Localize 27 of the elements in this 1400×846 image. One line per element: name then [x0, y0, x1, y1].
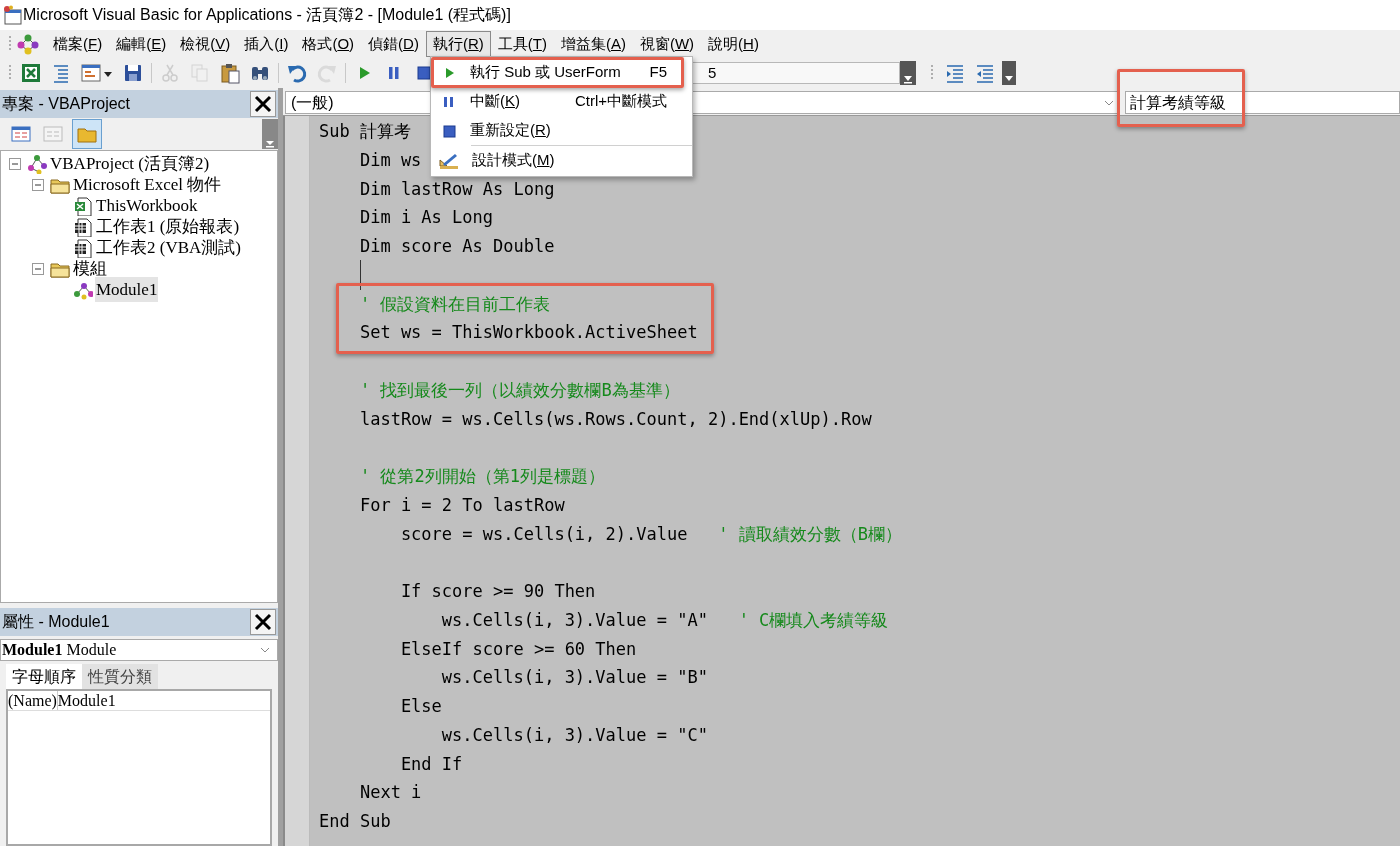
code-line: Else [399, 695, 442, 718]
code-line: End Sub [319, 810, 391, 833]
code-comment: ' 從第2列開始（第1列是標題） [358, 465, 605, 488]
code-line: score = ws.Cells(i, 2).Value [399, 522, 688, 546]
code-line: Next i [358, 781, 422, 805]
code-line: Sub 計算考 [319, 120, 411, 143]
property-name: (Name) [8, 691, 58, 710]
code-line: ElseIf score >= 60 Then [399, 637, 637, 661]
panel-title: 屬性 - Module1 [2, 612, 111, 632]
code-line: Dim ws [358, 148, 422, 172]
code-line: ws.Cells(i, 3).Value = "B" [440, 666, 708, 690]
code-comment: ' 讀取績效分數（B欄） [717, 522, 902, 546]
code-comment: ' 假設資料在目前工作表 [358, 292, 551, 316]
code-comment: ' 找到最後一列（以績效分數欄B為基準） [358, 378, 680, 402]
code-line: If score >= 90 Then [399, 580, 596, 603]
code-line: Dim score As Double [358, 235, 555, 258]
code-line: ws.Cells(i, 3).Value = "C" [440, 723, 708, 747]
panel-title: 專案 - VBAProject [2, 94, 132, 114]
code-line: For i = 2 To lastRow [358, 493, 565, 517]
code-line: Dim i As Long [358, 206, 493, 230]
code-line: lastRow = ws.Cells(ws.Rows.Count, 2).End(xlUp).Row [358, 407, 872, 431]
code-line: ws.Cells(i, 3).Value = "A" [440, 608, 708, 632]
code-line: End If [399, 752, 463, 776]
code-comment: ' C欄填入考績等級 [737, 608, 889, 632]
code-line: Dim lastRow As Long [358, 177, 555, 201]
window-title: Microsoft Visual Basic for Applications - 活頁簿2 - [Module1 (程式碼)] [23, 5, 511, 25]
code-line: Set ws = ThisWorkbook.ActiveSheet [358, 321, 698, 345]
